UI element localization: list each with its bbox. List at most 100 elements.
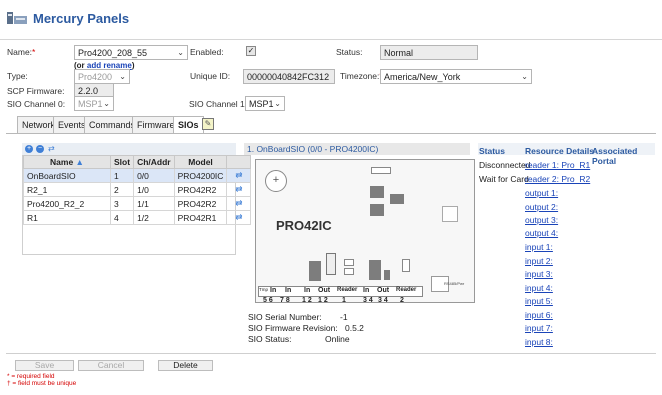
board-relay — [344, 268, 354, 275]
resource-link-input4[interactable]: input 4: — [525, 283, 553, 293]
scp-firmware-label: SCP Firmware: — [7, 86, 65, 96]
link-icon[interactable]: ⇄ — [226, 196, 252, 211]
add-sio-icon[interactable]: + — [25, 145, 33, 153]
resource-link-input6[interactable]: input 6: — [525, 310, 553, 320]
resource-link-input2[interactable]: input 2: — [525, 256, 553, 266]
chevron-down-icon: ⌄ — [119, 72, 126, 81]
sio-ch: 1/2 — [133, 210, 175, 225]
col-slot[interactable]: Slot — [109, 155, 135, 169]
remove-sio-icon[interactable]: − — [36, 145, 44, 153]
col-model[interactable]: Model — [173, 155, 228, 169]
serial-label: SIO Serial Number: — [248, 312, 322, 322]
sio-board-diagram: + PRO42IC RS485/Pwr Tmp In In In Out Rea… — [255, 159, 475, 303]
resource-link-output3[interactable]: output 3: — [525, 215, 558, 225]
notes-icon[interactable]: ✎ — [202, 118, 214, 130]
sort-asc-icon: ▲ — [75, 157, 84, 167]
serial-value: -1 — [340, 312, 348, 322]
firmware-label: SIO Firmware Revision: — [248, 323, 338, 333]
diagram-header: 1. OnBoardSIO (0/0 - PRO4200IC) — [244, 143, 470, 155]
battery-icon: + — [265, 170, 287, 192]
type-label: Type: — [7, 71, 28, 81]
resource-link-input7[interactable]: input 7: — [525, 323, 553, 333]
terminal-number: 3 4 — [378, 297, 388, 304]
resource-link-input8[interactable]: input 8: — [525, 337, 553, 347]
link-icon[interactable]: ⇄ — [226, 182, 252, 197]
board-relay — [344, 259, 354, 266]
sio-slot: 4 — [109, 210, 135, 225]
portal-col-header: Associated Portal — [592, 146, 638, 166]
unique-id-field: 00000040842FC312 — [243, 69, 335, 84]
tab-sios[interactable]: SIOs — [173, 116, 204, 134]
status-field: Normal — [380, 45, 478, 60]
type-select: Pro4200 ⌄ — [74, 69, 130, 84]
table-row[interactable]: OnBoardSIO 1 0/0 PRO4200IC ⇄ — [23, 168, 252, 183]
timezone-label: Timezone:* — [340, 71, 383, 81]
enabled-label: Enabled: — [190, 47, 224, 57]
terminal-label: Reader — [337, 287, 358, 293]
board-relay — [309, 261, 321, 281]
reader1-status: Disconnected — [479, 160, 531, 170]
aux-label: RS485/Pwr — [444, 281, 465, 286]
link-icon[interactable]: ⇄ — [48, 144, 55, 153]
required-note: * = required field — [7, 373, 55, 380]
reader2-status: Wait for Card — [479, 174, 529, 184]
chevron-down-icon: ⌄ — [274, 99, 281, 108]
sio-status-label: SIO Status: — [248, 334, 292, 344]
sio-ch: 0/0 — [133, 168, 175, 183]
sio-channel1-label: SIO Channel 1: — [189, 99, 248, 109]
resource-link-reader1[interactable]: reader 1: Pro_R1 — [525, 160, 590, 170]
board-relay — [402, 259, 410, 272]
name-label: Name:* — [7, 47, 36, 57]
board-label: PRO42IC — [276, 218, 332, 233]
chevron-down-icon: ⌄ — [177, 48, 184, 57]
terminal-number: 2 — [400, 297, 404, 304]
enabled-checkbox[interactable]: ✓ — [246, 46, 256, 56]
terminal-label: Out — [377, 287, 390, 294]
sio-table: Name ▲ Slot Ch/Addr Model OnBoardSIO 1 0… — [23, 155, 252, 225]
cancel-button[interactable]: Cancel — [78, 360, 144, 371]
sio-model: PRO42R2 — [173, 196, 228, 211]
sio-channel0-label: SIO Channel 0: — [7, 99, 66, 109]
app-title: Mercury Panels — [33, 11, 130, 26]
resource-link-input5[interactable]: input 5: — [525, 296, 553, 306]
terminal-number: 5 6 — [263, 297, 273, 304]
chevron-down-icon: ⌄ — [103, 99, 110, 108]
sio-slot: 2 — [109, 182, 135, 197]
table-row[interactable]: R1 4 1/2 PRO42R1 ⇄ — [23, 210, 252, 225]
terminal-number: 1 2 — [318, 297, 328, 304]
link-icon[interactable]: ⇄ — [226, 210, 252, 225]
link-icon[interactable]: ⇄ — [226, 168, 252, 183]
terminal-label: In — [363, 287, 370, 294]
col-ch-addr[interactable]: Ch/Addr — [133, 155, 175, 169]
col-name[interactable]: Name ▲ — [23, 155, 111, 169]
sio-slot: 1 — [109, 168, 135, 183]
status-col-header: Status — [479, 146, 505, 156]
resource-link-output4[interactable]: output 4: — [525, 228, 558, 238]
delete-button[interactable]: Delete — [158, 360, 213, 371]
resource-link-input3[interactable]: input 3: — [525, 269, 553, 279]
resource-link-output1[interactable]: output 1: — [525, 188, 558, 198]
firmware-value: 0.5.2 — [345, 323, 364, 333]
save-button[interactable]: Save — [15, 360, 74, 371]
name-select[interactable]: Pro4200_208_55 ⌄ — [74, 45, 188, 60]
table-row[interactable]: R2_1 2 1/0 PRO42R2 ⇄ — [23, 182, 252, 197]
sio-model: PRO42R1 — [173, 210, 228, 225]
terminal-label: In — [270, 287, 277, 294]
table-row[interactable]: Pro4200_R2_2 3 1/1 PRO42R2 ⇄ — [23, 196, 252, 211]
sio-model: PRO4200IC — [173, 168, 228, 183]
resource-link-output2[interactable]: output 2: — [525, 202, 558, 212]
tamper-label: Tmp — [259, 287, 268, 292]
terminal-label: Out — [318, 287, 331, 294]
chevron-down-icon: ⌄ — [521, 72, 528, 81]
unique-note: † = field must be unique — [7, 380, 77, 387]
resource-link-input1[interactable]: input 1: — [525, 242, 553, 252]
sio-name: Pro4200_R2_2 — [23, 196, 111, 211]
sio-channel1-select[interactable]: MSP1 ⌄ — [245, 96, 285, 111]
board-relay — [326, 253, 336, 275]
timezone-select[interactable]: America/New_York ⌄ — [380, 69, 532, 84]
sio-channel0-select: MSP1 ⌄ — [74, 96, 114, 111]
sio-name: R1 — [23, 210, 111, 225]
resource-link-reader2[interactable]: reader 2: Pro_R2 — [525, 174, 590, 184]
sio-name: R2_1 — [23, 182, 111, 197]
board-relay — [369, 260, 381, 280]
